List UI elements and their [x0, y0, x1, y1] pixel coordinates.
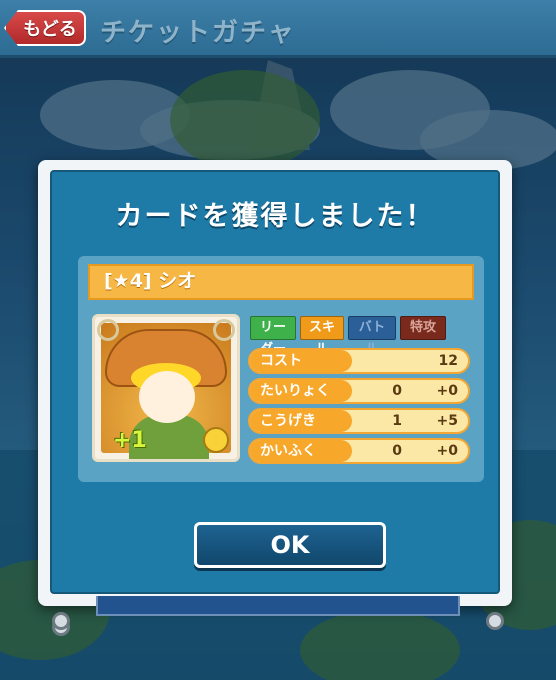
tag-skill: スキル — [300, 316, 344, 357]
stat-row-attack: こうげき 1 +5 — [248, 408, 470, 434]
back-button-label: もどる — [23, 19, 77, 40]
screw-icon — [52, 612, 70, 630]
stat-base-value: 0 — [392, 383, 402, 399]
stat-row-hp: たいりょく 0 +0 — [248, 378, 470, 404]
back-button[interactable]: もどる — [4, 10, 86, 46]
stat-label: こうげき — [250, 410, 352, 432]
tag-special: 特攻 — [400, 316, 446, 340]
stat-label: かいふく — [250, 440, 352, 462]
card-acquired-dialog: カードを獲得しました！ [★4] シオ +1 リーダー スキル バトル 特攻 — [38, 160, 512, 636]
plus-badge: +1 — [113, 428, 147, 453]
screen-title: チケットガチャ — [100, 18, 296, 48]
character-face — [139, 371, 195, 423]
ability-tags: リーダー スキル バトル 特攻 — [250, 316, 446, 357]
stat-value: 12 — [438, 353, 458, 369]
stat-row-cost: コスト 12 — [248, 348, 470, 374]
stat-bonus-value: +5 — [436, 413, 458, 429]
stat-label: たいりょく — [250, 380, 352, 402]
stat-label: コスト — [250, 350, 352, 372]
frame-ornament-icon — [213, 319, 235, 341]
tag-battle: バトル — [348, 316, 396, 357]
frame-ornament-icon — [97, 319, 119, 341]
stat-bonus-value: +0 — [436, 383, 458, 399]
dialog-body: カードを獲得しました！ [★4] シオ +1 リーダー スキル バトル 特攻 — [50, 170, 500, 594]
card-info-box: [★4] シオ +1 リーダー スキル バトル 特攻 コスト 12 — [78, 256, 484, 482]
dialog-title: カードを獲得しました！ — [115, 201, 435, 232]
screw-icon — [486, 612, 504, 630]
yellow-element-icon — [203, 427, 229, 453]
stat-row-recovery: かいふく 0 +0 — [248, 438, 470, 464]
stat-base-value: 0 — [392, 443, 402, 459]
top-bar: もどる チケットガチャ — [0, 0, 556, 58]
tag-leader: リーダー — [250, 316, 296, 357]
card-portrait[interactable]: +1 — [92, 314, 240, 462]
stat-base-value: 1 — [392, 413, 402, 429]
underlying-button — [96, 596, 460, 616]
card-name: [★4] シオ — [88, 264, 474, 300]
ok-button[interactable]: OK — [194, 522, 386, 568]
stat-bonus-value: +0 — [436, 443, 458, 459]
